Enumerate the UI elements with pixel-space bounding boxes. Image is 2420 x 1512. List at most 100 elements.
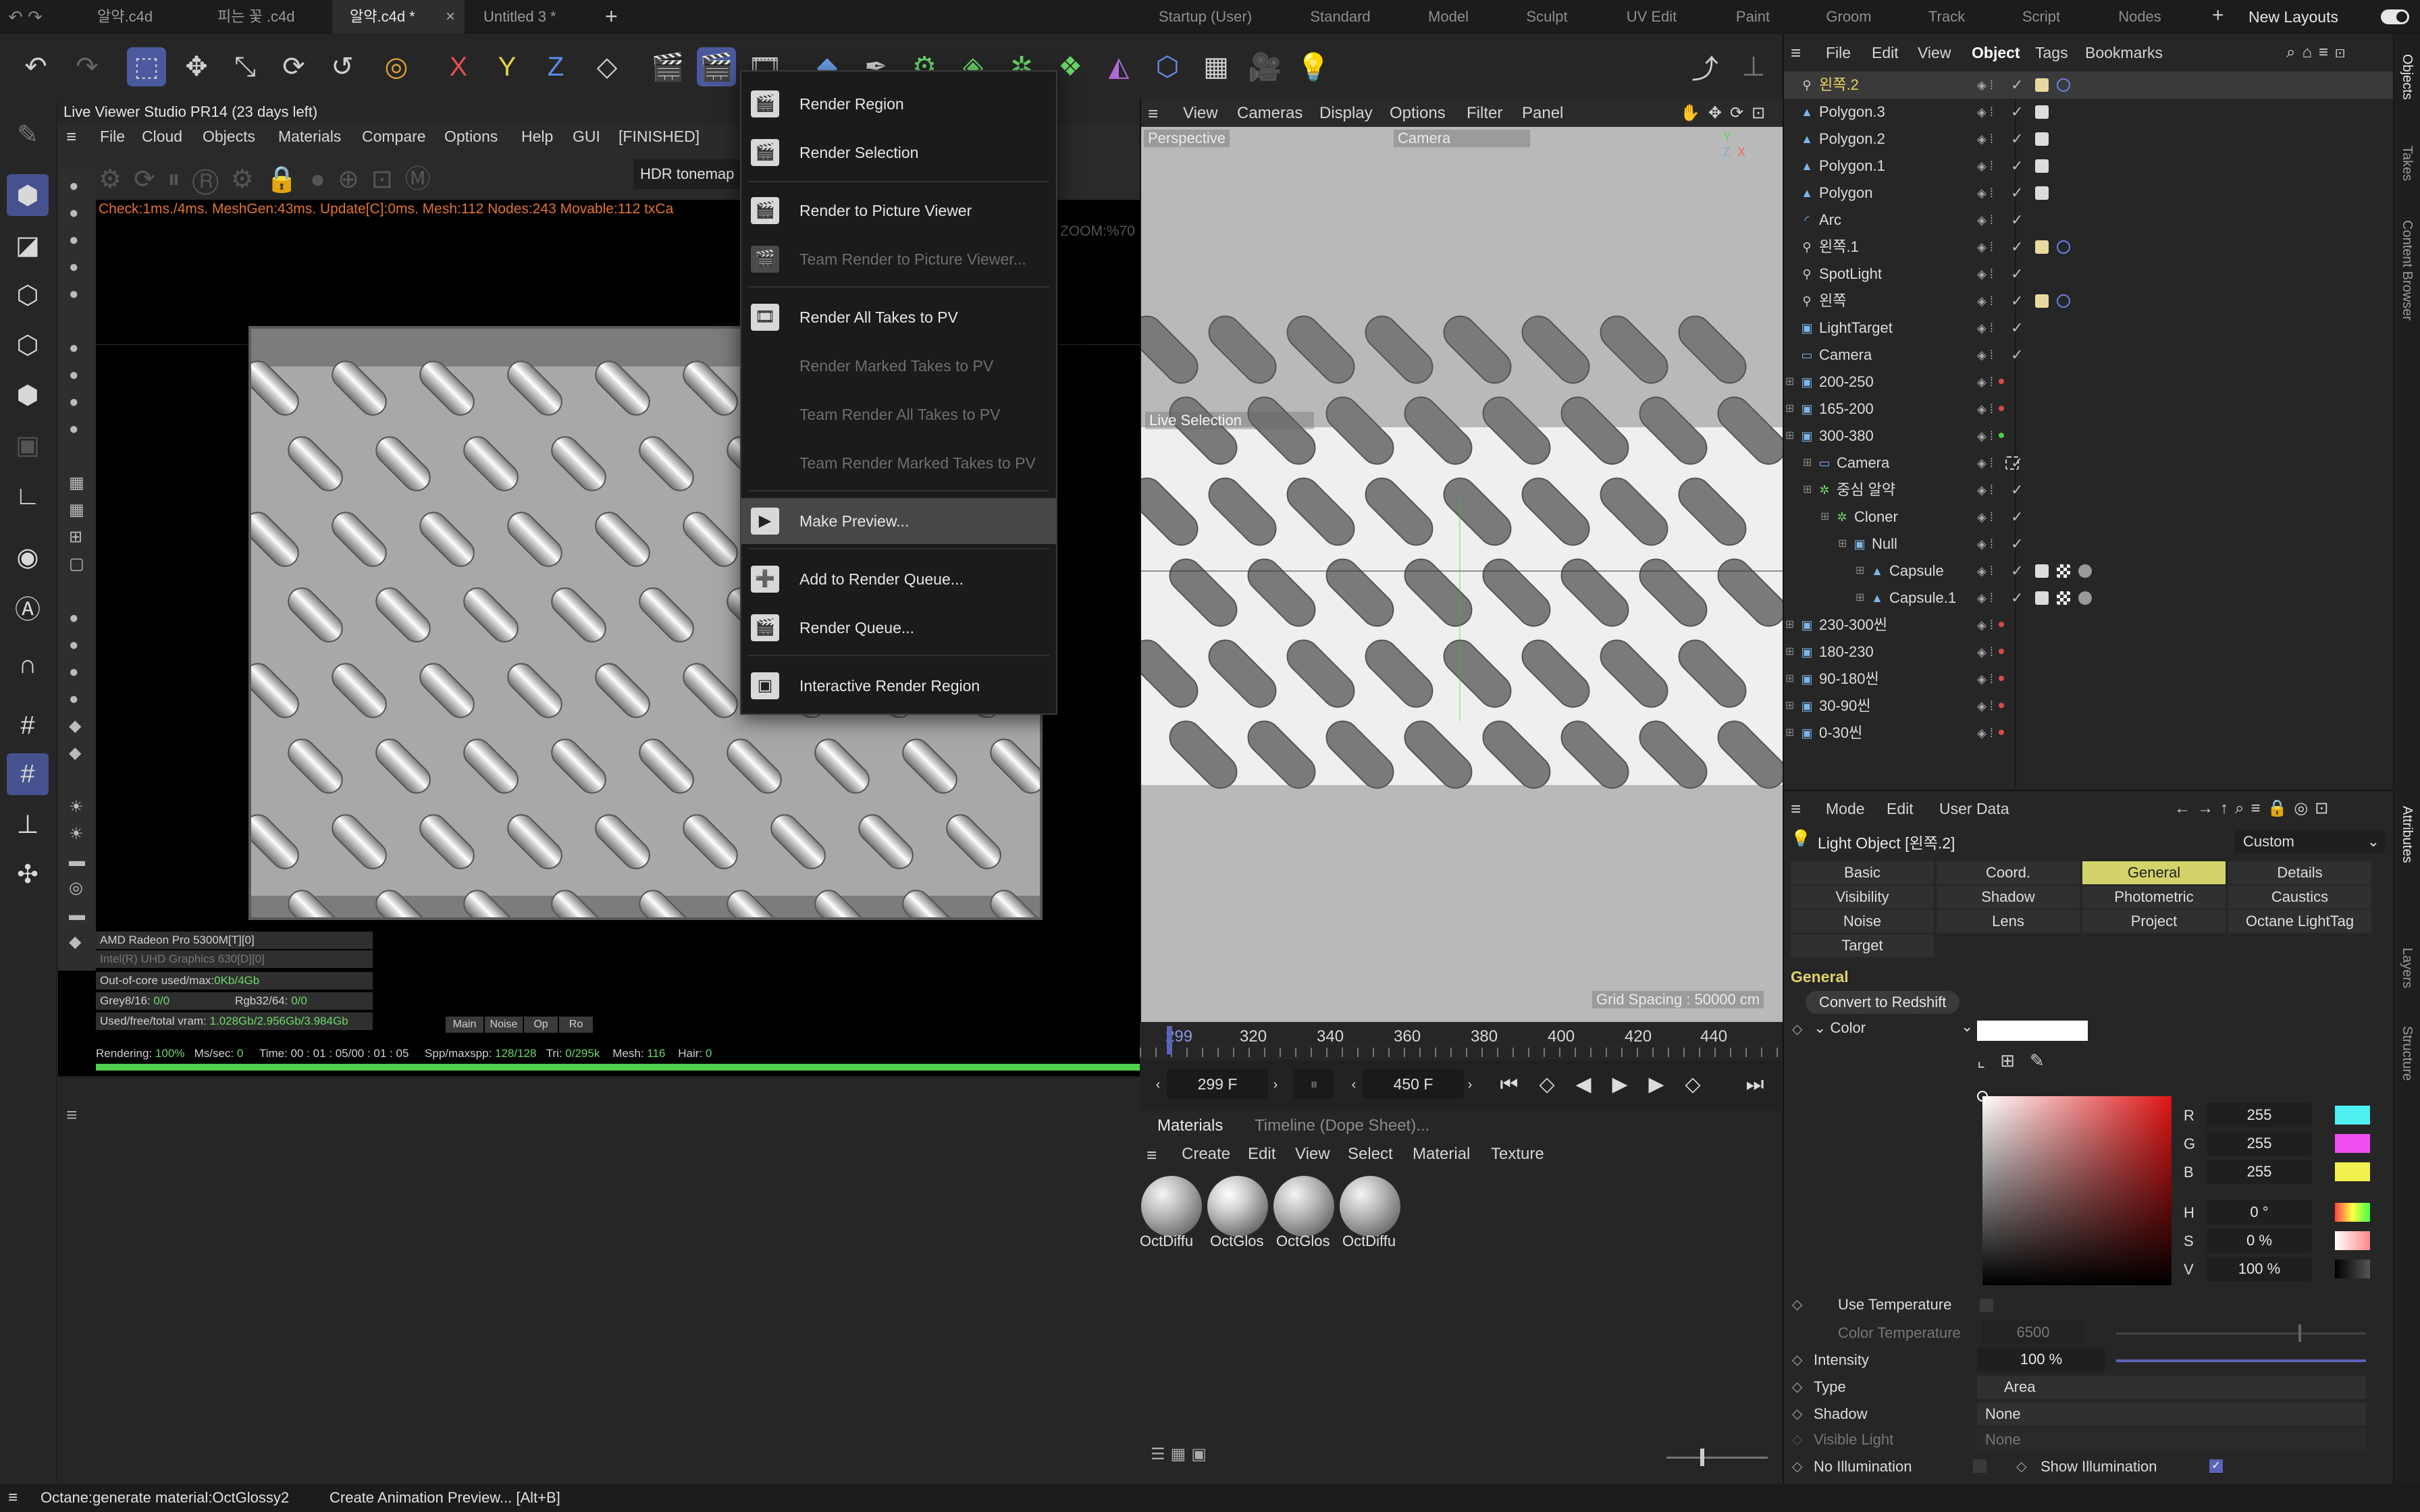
light-tag-icon[interactable] bbox=[2035, 294, 2049, 308]
object-row[interactable]: ▭ Camera ◈ ⁞ ✓ bbox=[1784, 342, 2394, 369]
object-row[interactable]: ⚲ 왼쪽 ◈ ⁞ ✓ bbox=[1784, 288, 2394, 315]
coordinate-system-icon[interactable]: ◇ bbox=[587, 47, 627, 86]
lv-side-icons[interactable]: ● ● ● ● ● ● ● ● ● ▦ ▦ ⊞ ▢ ● ● ● ● ◆ ◆ ☀ ☀ ▬ ◎ ▬ ◆ bbox=[69, 173, 89, 956]
lv-menu-options[interactable]: Options bbox=[444, 124, 498, 148]
object-row[interactable]: ⊞ ▣ 30-90씬 ◈ ⁞ bbox=[1784, 693, 2394, 720]
y-axis-lock-button[interactable]: Y bbox=[488, 47, 527, 86]
object-row[interactable]: ⊞ ✲ Cloner ◈ ⁞ ✓ bbox=[1784, 504, 2394, 531]
object-name[interactable]: Polygon bbox=[1819, 180, 1873, 207]
tab-caustics[interactable]: Caustics bbox=[2228, 886, 2371, 909]
object-row[interactable]: ⊞ ▣ 200-250 ◈ ⁞ bbox=[1784, 369, 2394, 396]
menu-item-render-to-pv[interactable]: 🎬 Render to Picture Viewer bbox=[741, 188, 1056, 234]
expand-toggle-icon[interactable]: ⊞ bbox=[1785, 720, 1794, 747]
expand-toggle-icon[interactable]: ⊞ bbox=[1820, 504, 1829, 531]
tab-materials[interactable]: Materials bbox=[1157, 1111, 1223, 1141]
icon-size-slider[interactable] bbox=[1666, 1449, 1768, 1466]
mat-menu-material[interactable]: Material bbox=[1413, 1145, 1470, 1164]
preview-range-field[interactable]: ⏸ bbox=[1294, 1069, 1334, 1099]
keyframe-diamond-icon[interactable]: ◇ bbox=[1792, 1296, 1802, 1313]
snap-settings-icon[interactable]: # bbox=[7, 753, 49, 795]
object-name[interactable]: 왼쪽 bbox=[1819, 288, 1846, 315]
object-row[interactable]: ⊞ ▣ Null ◈ ⁞ ✓ bbox=[1784, 531, 2394, 558]
phong-tag-icon[interactable] bbox=[2035, 564, 2049, 578]
lv-menu-cloud[interactable]: Cloud bbox=[142, 124, 182, 148]
keyframe-diamond-icon[interactable]: ◇ bbox=[1792, 1405, 1802, 1422]
object-row[interactable]: ⊞ ▣ 0-30씬 ◈ ⁞ bbox=[1784, 720, 2394, 747]
object-name[interactable]: 0-30씬 bbox=[1819, 720, 1862, 747]
edge-tab-structure[interactable]: Structure bbox=[2399, 1026, 2415, 1081]
hamburger-icon[interactable]: ≡ bbox=[66, 1104, 77, 1126]
uvw-tag-icon[interactable] bbox=[2057, 564, 2070, 578]
light-bulb-icon[interactable]: 💡 bbox=[1294, 47, 1333, 86]
hamburger-icon[interactable]: ≡ bbox=[1791, 791, 1801, 826]
type-dropdown[interactable]: Area bbox=[1977, 1376, 2366, 1399]
om-menu-edit[interactable]: Edit bbox=[1872, 34, 1899, 72]
floor-grid-icon[interactable]: ▦ bbox=[1196, 47, 1236, 86]
expand-toggle-icon[interactable]: ⊞ bbox=[1856, 558, 1864, 585]
lv-menu-gui[interactable]: GUI bbox=[573, 124, 600, 148]
object-name[interactable]: 165-200 bbox=[1819, 396, 1874, 423]
object-name[interactable]: 300-380 bbox=[1819, 423, 1874, 450]
tab-timeline[interactable]: Timeline (Dope Sheet)... bbox=[1255, 1111, 1429, 1141]
edge-tab-attributes[interactable]: Attributes bbox=[2399, 806, 2415, 863]
vp-menu-panel[interactable]: Panel bbox=[1522, 100, 1563, 127]
points-mode-icon[interactable]: ⬡ bbox=[7, 274, 49, 316]
material-tag-icon[interactable] bbox=[2078, 564, 2092, 578]
light-tag-icon[interactable] bbox=[2035, 240, 2049, 254]
layout-uv-edit[interactable]: UV Edit bbox=[1618, 0, 1685, 34]
menu-item-make-preview[interactable]: ▶ Make Preview... bbox=[741, 498, 1056, 544]
layout-paint[interactable]: Paint bbox=[1726, 0, 1780, 34]
enabled-check-icon[interactable]: ✓ bbox=[2011, 315, 2023, 342]
object-name[interactable]: 90-180씬 bbox=[1819, 666, 1879, 693]
edges-mode-icon[interactable]: ⬡ bbox=[7, 324, 49, 366]
object-row[interactable]: ▲ Polygon.3 ◈ ⁞ ✓ bbox=[1784, 99, 2394, 126]
tab-noise[interactable]: Noise bbox=[1791, 910, 1934, 933]
mat-menu-texture[interactable]: Texture bbox=[1491, 1145, 1544, 1164]
target-tag-icon[interactable] bbox=[2057, 78, 2070, 92]
expand-toggle-icon[interactable]: ⊞ bbox=[1785, 369, 1794, 396]
om-menu-object[interactable]: Object bbox=[1972, 34, 2020, 72]
hamburger-icon[interactable]: ≡ bbox=[1147, 1145, 1157, 1166]
mat-menu-view[interactable]: View bbox=[1295, 1145, 1330, 1164]
axis-mode-icon[interactable]: ∟ bbox=[7, 475, 49, 517]
undo-icon[interactable]: ↶ bbox=[16, 47, 55, 86]
expand-toggle-icon[interactable]: ⊞ bbox=[1785, 639, 1794, 666]
lv-menu-help[interactable]: Help bbox=[521, 124, 553, 148]
doc-tab-4[interactable]: Untitled 3 * bbox=[466, 0, 590, 34]
tab-shadow[interactable]: Shadow bbox=[1937, 886, 2080, 909]
tab-basic[interactable]: Basic bbox=[1791, 861, 1934, 884]
layout-model[interactable]: Model bbox=[1418, 0, 1479, 34]
go-to-end-icon[interactable]: ⏭ bbox=[1739, 1069, 1770, 1100]
object-name[interactable]: 왼쪽.2 bbox=[1819, 72, 1859, 99]
shadow-dropdown[interactable]: None bbox=[1977, 1403, 2366, 1426]
keyframe-diamond-icon[interactable]: ◇ bbox=[1792, 1431, 1802, 1448]
enabled-check-icon[interactable]: ✓ bbox=[2011, 72, 2023, 99]
object-name[interactable]: Polygon.1 bbox=[1819, 153, 1885, 180]
object-name[interactable]: 200-250 bbox=[1819, 369, 1874, 396]
object-row[interactable]: ▣ LightTarget ◈ ⁞ ✓ bbox=[1784, 315, 2394, 342]
at-menu-user-data[interactable]: User Data bbox=[1939, 791, 2009, 826]
enabled-check-icon[interactable]: ✓ bbox=[2011, 504, 2023, 531]
grid-snap-icon[interactable]: # bbox=[7, 705, 49, 747]
object-name[interactable]: Null bbox=[1872, 531, 1897, 558]
object-row[interactable]: ⊞ ▣ 300-380 ◈ ⁞ bbox=[1784, 423, 2394, 450]
redo-icon[interactable]: ↷ bbox=[68, 47, 107, 86]
camera-label[interactable]: Camera bbox=[1394, 130, 1530, 147]
axis-snap-icon[interactable]: ✣ bbox=[7, 853, 49, 895]
material-ball[interactable] bbox=[1141, 1176, 1202, 1237]
vp-menu-filter[interactable]: Filter bbox=[1467, 100, 1502, 127]
move-tool-icon[interactable]: ✥ bbox=[177, 47, 216, 86]
object-name[interactable]: Capsule bbox=[1889, 558, 1944, 585]
timeline-ruler[interactable]: 299 320 340 360 380 400 420 440 bbox=[1140, 1022, 1781, 1059]
polygons-mode-icon[interactable]: ⬢ bbox=[7, 374, 49, 416]
object-name[interactable]: 230-300씬 bbox=[1819, 612, 1887, 639]
prev-key-icon[interactable]: ◇ bbox=[1531, 1069, 1562, 1100]
new-layouts-label[interactable]: New Layouts bbox=[2248, 0, 2338, 34]
object-row[interactable]: ▲ Polygon.2 ◈ ⁞ ✓ bbox=[1784, 126, 2394, 153]
at-menu-edit[interactable]: Edit bbox=[1887, 791, 1914, 826]
expand-toggle-icon[interactable]: ⊞ bbox=[1785, 396, 1794, 423]
tab-lens[interactable]: Lens bbox=[1937, 910, 2080, 933]
lasso-tool-icon[interactable]: ↺ bbox=[323, 47, 362, 86]
object-name[interactable]: 180-230 bbox=[1819, 639, 1874, 666]
lv-menu-file[interactable]: File bbox=[100, 124, 125, 148]
